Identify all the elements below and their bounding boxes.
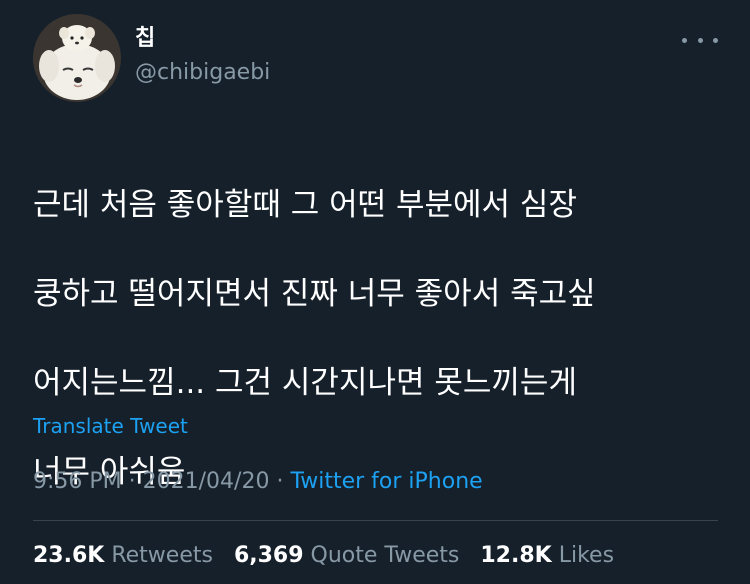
quote-tweets-count: 6,369 bbox=[233, 543, 304, 568]
tweet-card: 칩 @chibigaebi 근데 처음 좋아할때 그 어떤 부분에서 심장 쿵하… bbox=[0, 0, 750, 584]
more-dot bbox=[682, 37, 687, 43]
translate-tweet-link[interactable]: Translate Tweet bbox=[33, 412, 188, 440]
more-dot bbox=[697, 37, 703, 43]
tweet-date[interactable]: 2021/04/20 bbox=[143, 469, 270, 494]
avatar[interactable] bbox=[33, 14, 121, 102]
puppy-avatar-icon bbox=[33, 14, 121, 102]
tweet-time[interactable]: 9:56 PM bbox=[33, 469, 122, 494]
meta-separator: · bbox=[269, 469, 291, 494]
likes-stat[interactable]: 12.8K Likes bbox=[480, 543, 614, 568]
retweets-count: 23.6K bbox=[33, 543, 105, 568]
tweet-line: 어지는느낌... 그건 시간지나면 못느끼는게 bbox=[33, 364, 577, 401]
tweet-source-link[interactable]: Twitter for iPhone bbox=[290, 469, 482, 494]
tweet-metadata: 9:56 PM · 2021/04/20 · Twitter for iPhon… bbox=[33, 466, 483, 498]
retweets-stat[interactable]: 23.6K Retweets bbox=[33, 543, 213, 568]
quote-tweets-label: Quote Tweets bbox=[310, 543, 460, 568]
quote-tweets-stat[interactable]: 6,369 Quote Tweets bbox=[234, 543, 459, 568]
engagement-stats: 23.6K Retweets 6,369 Quote Tweets 12.8K … bbox=[33, 540, 628, 572]
more-options-button[interactable] bbox=[682, 26, 718, 54]
username-handle[interactable]: @chibigaebi bbox=[135, 58, 270, 88]
likes-label: Likes bbox=[558, 543, 615, 568]
more-dot bbox=[713, 37, 718, 43]
divider bbox=[33, 520, 718, 521]
tweet-line: 근데 처음 좋아할때 그 어떤 부분에서 심장 bbox=[33, 186, 577, 223]
retweets-label: Retweets bbox=[111, 543, 213, 568]
meta-separator: · bbox=[121, 469, 143, 494]
display-name[interactable]: 칩 bbox=[135, 24, 155, 54]
likes-count: 12.8K bbox=[480, 543, 552, 568]
tweet-line: 쿵하고 떨어지면서 진짜 너무 좋아서 죽고싶 bbox=[33, 275, 596, 312]
